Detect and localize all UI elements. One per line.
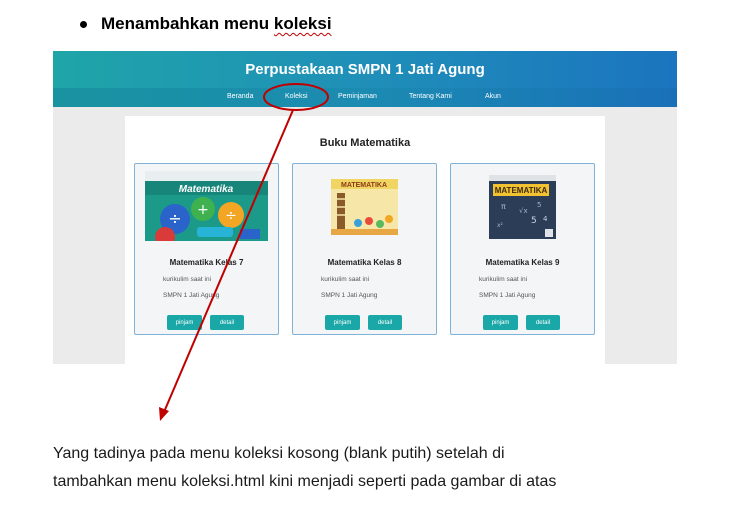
annotation-ellipse (263, 83, 329, 111)
annotation-arrowhead-icon (159, 407, 169, 421)
caption-line-2: tambahkan menu koleksi.html kini menjadi… (53, 473, 557, 490)
annotation-overlay (159, 83, 329, 421)
annotation-arrow-line (163, 109, 294, 413)
caption-line-1: Yang tadinya pada menu koleksi kosong (b… (53, 445, 505, 462)
caption: Yang tadinya pada menu koleksi kosong (b… (53, 440, 556, 496)
